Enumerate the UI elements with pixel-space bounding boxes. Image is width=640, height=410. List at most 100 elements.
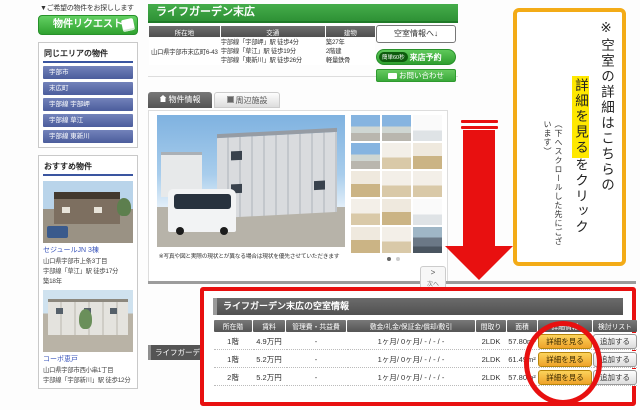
photo-thumbnail[interactable]: [382, 115, 411, 141]
photo-thumbnail[interactable]: [382, 199, 411, 225]
area-link-suehiro[interactable]: 末広町: [43, 82, 133, 95]
cell-deposit: 1ヶ月/ 0ヶ月/ - / - / -: [347, 351, 475, 368]
photo-thumbnail[interactable]: [413, 199, 442, 225]
page-title: ライフガーデン末広: [148, 4, 458, 23]
pager-dot[interactable]: [396, 257, 400, 261]
col-rent: 賃料: [253, 320, 285, 332]
same-area-box: 同じエリアの物件 宇部市 末広町 宇部線 宇部岬 宇部線 草江 宇部線 東新川: [38, 42, 138, 148]
visit-reservation-button[interactable]: 簡単60秒 来店予約: [376, 49, 456, 65]
area-link-ube-city[interactable]: 宇部市: [43, 66, 133, 79]
property-info-table: 所在地 交通 建物 山口県宇部市末広町6-43 宇部線「宇部岬」駅 徒歩4分 宇…: [148, 25, 376, 66]
col-fee: 管理費・共益費: [286, 320, 346, 332]
recommended-photo-1: [43, 181, 133, 243]
table-row: 1階 5.2万円 - 1ヶ月/ 0ヶ月/ - / - / - 2LDK 61.4…: [214, 351, 637, 368]
visit-label: 来店予約: [410, 52, 442, 63]
detail-button-row1[interactable]: 詳細を見る: [538, 334, 592, 349]
recommended-address-1: 山口県宇部市上条3丁目: [43, 256, 133, 265]
tree-illustration: [117, 198, 131, 216]
same-area-title: 同じエリアの物件: [43, 47, 133, 63]
memo-icon: [121, 18, 135, 32]
sidebar: ▼ご希望の物件をお探しします 物件リクエスト 同じエリアの物件 宇部市 末広町 …: [38, 0, 138, 389]
photo-thumbnail[interactable]: [351, 199, 380, 225]
tab-surroundings-label: 周辺施設: [236, 96, 268, 105]
request-note: ▼ご希望の物件をお探しします: [38, 0, 138, 15]
annotation-box: ※空室の詳細はこちらの 詳細を見るをクリック （下へスクロールした先にございます…: [513, 8, 626, 266]
house-icon: [160, 95, 167, 102]
recommended-card-2[interactable]: コーポ恵戸 山口県宇部市西小串1丁目 宇部線「宇部新川」駅 徒歩12分: [43, 290, 133, 384]
photo-caption: ※写真や図と実際の現状とが異なる場合は現状を優先させていただきます: [149, 251, 349, 260]
area-link-higashishinkawa[interactable]: 宇部線 東新川: [43, 130, 133, 143]
add-to-list-button-row1[interactable]: 追加する: [593, 334, 637, 349]
table-row: 1階 4.9万円 - 1ヶ月/ 0ヶ月/ - / - / - 2LDK 57.8…: [214, 333, 637, 350]
col-watchlist: 検討リスト: [593, 320, 637, 332]
envelope-icon: [388, 73, 397, 79]
vacancy-info-button[interactable]: 空室情報へ↓: [376, 25, 456, 43]
red-arrow-shaft: [463, 130, 495, 247]
photo-thumbnail[interactable]: [351, 171, 380, 197]
vacancy-info-box: ライフガーデン末広の空室情報 所在階 賃料 管理費・共益費 敷金/礼金/保証金/…: [200, 287, 636, 406]
van-illustration: [168, 189, 236, 233]
col-layout: 間取り: [476, 320, 506, 332]
recommended-card-1[interactable]: セジュールJN 3棟 山口県宇部市上条3丁目 宇部線「草江」駅 徒歩17分 築1…: [43, 181, 133, 285]
cell-area: 57.80m²: [507, 333, 537, 350]
col-detail: 詳細情報: [538, 320, 592, 332]
photo-thumbnail-grid: [351, 115, 443, 253]
photo-thumbnail[interactable]: [413, 115, 442, 141]
annotation-click-text: をクリック: [573, 158, 588, 236]
col-deposit: 敷金/礼金/保証金/償却/敷引: [347, 320, 475, 332]
photo-thumbnail[interactable]: [351, 115, 380, 141]
photo-thumbnail[interactable]: [413, 143, 442, 169]
info-building: 築27年 2階建 軽量鉄骨: [326, 38, 375, 65]
info-access: 宇部線「宇部岬」駅 徒歩4分 宇部線「草江」駅 徒歩19分 宇部線「東新川」駅 …: [221, 38, 325, 65]
tab-property-label: 物件情報: [169, 95, 201, 104]
photo-thumbnail[interactable]: [351, 227, 380, 253]
add-to-list-button-row2[interactable]: 追加する: [593, 352, 637, 367]
area-link-kusae[interactable]: 宇部線 草江: [43, 114, 133, 127]
building-line-2: 2階建: [326, 47, 375, 56]
cell-rent: 5.2万円: [253, 351, 285, 368]
recommended-address-2: 山口県宇部市西小串1丁目: [43, 365, 133, 374]
photo-thumbnail[interactable]: [351, 143, 380, 169]
cell-floor: 1階: [214, 333, 252, 350]
tab-property-info[interactable]: 物件情報: [148, 92, 212, 108]
recommended-age-1: 築18年: [43, 276, 133, 285]
detail-button-row2[interactable]: 詳細を見る: [538, 352, 592, 367]
property-request-button[interactable]: 物件リクエスト: [38, 15, 138, 35]
photo-thumbnail[interactable]: [413, 171, 442, 197]
visit-badge: 簡単60秒: [379, 52, 408, 62]
photo-thumbnail[interactable]: [413, 227, 442, 253]
recommended-photo-2: [43, 290, 133, 352]
detail-button-row3[interactable]: 詳細を見る: [538, 370, 592, 385]
pager-dot-active[interactable]: [387, 257, 391, 261]
red-arrow-down-icon: [445, 246, 513, 280]
house-illustration: [54, 192, 121, 224]
cell-area: 57.80m²: [507, 369, 537, 386]
info-header-building: 建物: [326, 26, 375, 37]
photo-thumbnail[interactable]: [382, 143, 411, 169]
photo-panel: ※写真や図と実際の現状とが異なる場合は現状を優先させていただきます: [148, 110, 448, 282]
building-icon: [227, 96, 234, 103]
photo-thumbnail[interactable]: [382, 227, 411, 253]
page-canvas: ▼ご希望の物件をお探しします 物件リクエスト 同じエリアの物件 宇部市 末広町 …: [0, 0, 640, 410]
info-header-location: 所在地: [149, 26, 220, 37]
area-link-ubemisaki[interactable]: 宇部線 宇部岬: [43, 98, 133, 111]
tab-surroundings[interactable]: 周辺施設: [214, 92, 280, 108]
photo-thumbnail[interactable]: [382, 171, 411, 197]
access-line-1: 宇部線「宇部岬」駅 徒歩4分: [221, 38, 325, 47]
access-line-2: 宇部線「草江」駅 徒歩19分: [221, 47, 325, 56]
red-arrow-line: [461, 126, 498, 129]
main-property-photo[interactable]: [157, 115, 345, 247]
building-line-3: 軽量鉄骨: [326, 56, 375, 65]
contact-button[interactable]: お問い合わせ: [376, 69, 456, 82]
cell-layout: 2LDK: [476, 369, 506, 386]
tree-illustration: [79, 309, 92, 329]
add-to-list-button-row3[interactable]: 追加する: [593, 370, 637, 385]
section-divider: [148, 281, 636, 284]
recommended-access-2: 宇部線「宇部新川」駅 徒歩12分: [43, 375, 133, 384]
contact-label: お問い合わせ: [399, 71, 444, 80]
cell-fee: -: [286, 351, 346, 368]
info-header-transport: 交通: [221, 26, 325, 37]
car-illustration: [47, 226, 69, 238]
recommended-title: おすすめ物件: [43, 160, 133, 176]
chevron-right-icon: >: [421, 267, 445, 279]
